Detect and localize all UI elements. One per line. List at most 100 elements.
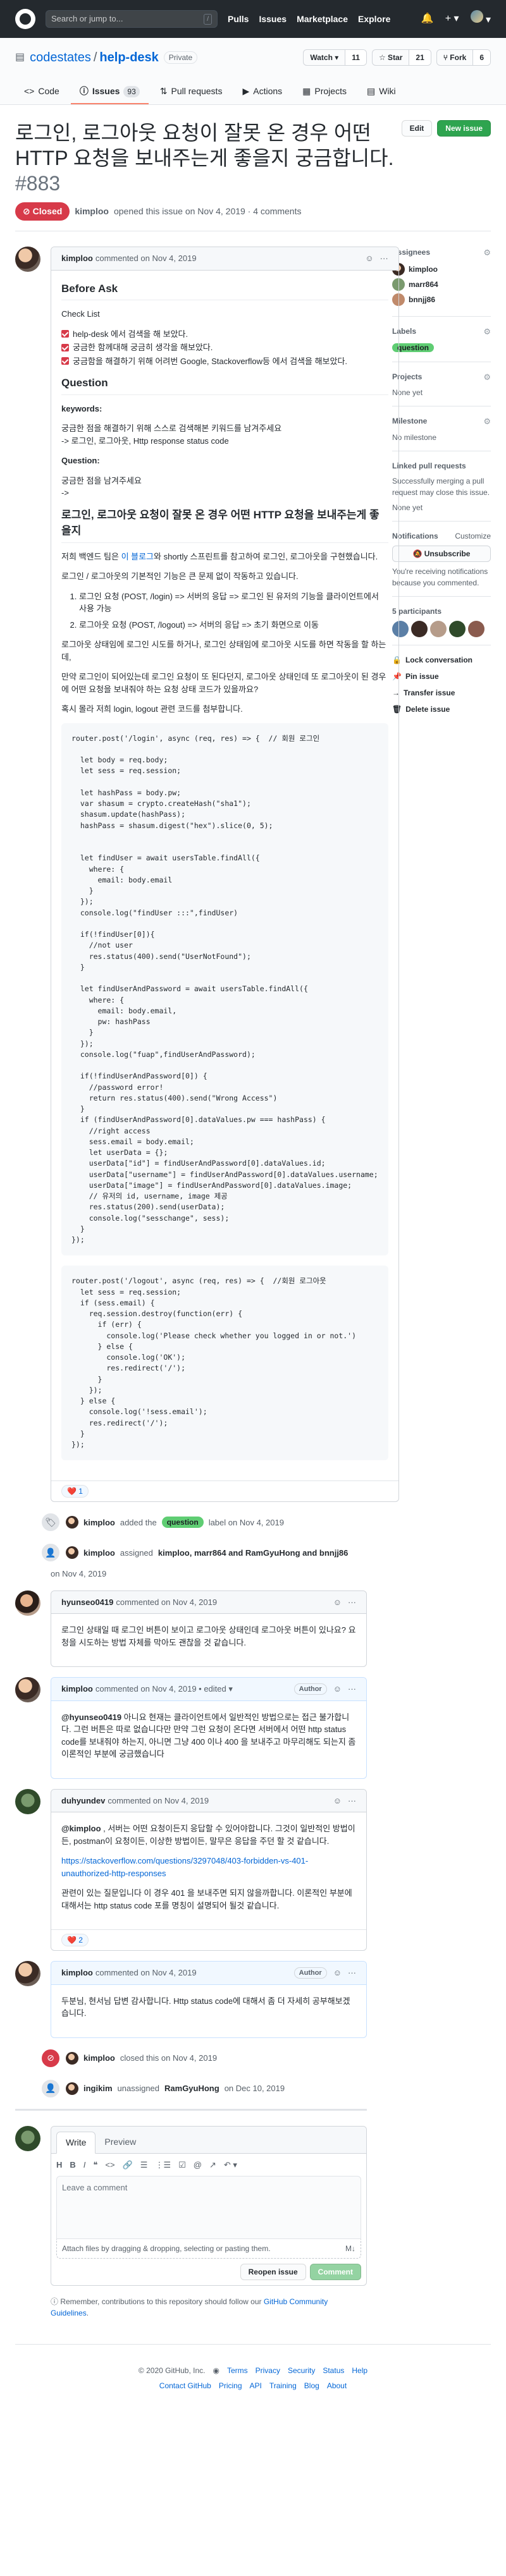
- watch-button[interactable]: Watch ▾ 11: [303, 49, 367, 66]
- avatar[interactable]: [15, 247, 40, 272]
- footer-link-help[interactable]: Help: [352, 2365, 367, 2376]
- bell-icon[interactable]: 🔔: [421, 11, 434, 27]
- fork-count[interactable]: 6: [472, 50, 490, 65]
- code-icon[interactable]: <>: [105, 2159, 114, 2171]
- unsubscribe-button[interactable]: 🔕 Unsubscribe: [392, 545, 491, 562]
- fork-button[interactable]: ⑂ Fork 6: [436, 49, 491, 66]
- blog-link[interactable]: 이 블로그: [121, 552, 154, 561]
- avatar[interactable]: [66, 1516, 78, 1529]
- task-list-icon[interactable]: ☑: [178, 2159, 186, 2171]
- participant-avatar[interactable]: [468, 620, 484, 637]
- event-assignees[interactable]: kimploo, marr864 and RamGyuHong and bnnj…: [158, 1547, 349, 1560]
- comment-author[interactable]: kimploo: [61, 1967, 93, 1979]
- numbered-list-icon[interactable]: ⋮☰: [155, 2159, 171, 2171]
- assignee-item[interactable]: kimploo: [392, 262, 491, 276]
- italic-icon[interactable]: I: [83, 2159, 86, 2171]
- create-new-menu[interactable]: + ▾: [445, 11, 459, 27]
- new-issue-button[interactable]: New issue: [437, 120, 491, 137]
- emoji-reaction-icon[interactable]: ☺: [333, 1967, 342, 1979]
- nav-explore[interactable]: Explore: [358, 13, 390, 26]
- pin-issue-button[interactable]: 📌 Pin issue: [392, 671, 491, 682]
- heading-icon[interactable]: H: [56, 2159, 62, 2171]
- avatar[interactable]: [66, 2051, 78, 2065]
- attach-files-zone[interactable]: Attach files by dragging & dropping, sel…: [56, 2239, 361, 2259]
- nav-marketplace[interactable]: Marketplace: [297, 13, 348, 26]
- gear-icon[interactable]: ⚙: [483, 247, 491, 259]
- gear-icon[interactable]: ⚙: [483, 326, 491, 338]
- stackoverflow-link[interactable]: https://stackoverflow.com/questions/3297…: [61, 1856, 308, 1878]
- event-actor[interactable]: kimploo: [83, 2052, 115, 2065]
- repo-owner-link[interactable]: codestates: [30, 48, 91, 67]
- participant-avatar[interactable]: [430, 620, 447, 637]
- tab-pull-requests[interactable]: ⇅ Pull requests: [151, 80, 231, 104]
- tab-wiki[interactable]: ▤ Wiki: [358, 80, 405, 104]
- comment-author[interactable]: duhyundev: [61, 1795, 105, 1807]
- transfer-issue-button[interactable]: → Transfer issue: [392, 687, 491, 699]
- nav-pulls[interactable]: Pulls: [228, 13, 249, 26]
- assignee-item[interactable]: marr864: [392, 278, 491, 291]
- nav-issues[interactable]: Issues: [259, 13, 287, 26]
- comment-timestamp[interactable]: commented on Nov 4, 2019: [96, 252, 197, 265]
- link-icon[interactable]: 🔗: [123, 2159, 133, 2171]
- github-logo-icon[interactable]: [15, 9, 35, 29]
- comment-textarea[interactable]: Leave a comment: [56, 2176, 361, 2240]
- tab-projects[interactable]: ▦ Projects: [293, 80, 355, 104]
- participant-avatar[interactable]: [449, 620, 466, 637]
- footer-link-status[interactable]: Status: [323, 2365, 344, 2376]
- github-mark-icon[interactable]: ◉: [213, 2365, 219, 2376]
- heart-reaction[interactable]: ❤️ 1: [61, 1485, 89, 1498]
- kebab-menu-icon[interactable]: ···: [380, 252, 388, 265]
- avatar[interactable]: [66, 2082, 78, 2095]
- heart-reaction[interactable]: ❤️ 2: [61, 1934, 89, 1947]
- footer-link-contact[interactable]: Contact GitHub: [159, 2380, 211, 2391]
- footer-link-pricing[interactable]: Pricing: [219, 2380, 242, 2391]
- emoji-reaction-icon[interactable]: ☺: [365, 252, 373, 265]
- question-label[interactable]: question: [161, 1517, 204, 1529]
- comment-author[interactable]: hyunseo0419: [61, 1596, 113, 1609]
- participant-avatar[interactable]: [411, 620, 428, 637]
- user-menu[interactable]: ▾: [470, 10, 491, 28]
- emoji-reaction-icon[interactable]: ☺: [333, 1795, 342, 1807]
- mention-icon[interactable]: @: [194, 2159, 202, 2171]
- tab-issues[interactable]: ⓘ Issues 93: [70, 80, 149, 104]
- event-actor[interactable]: kimploo: [83, 1517, 115, 1529]
- star-button[interactable]: ☆ Star 21: [371, 49, 431, 66]
- bulleted-list-icon[interactable]: ☰: [140, 2159, 148, 2171]
- lock-conversation-button[interactable]: 🔒 Lock conversation: [392, 654, 491, 666]
- kebab-menu-icon[interactable]: ···: [348, 1596, 356, 1609]
- footer-link-terms[interactable]: Terms: [227, 2365, 248, 2376]
- watch-count[interactable]: 11: [345, 50, 366, 65]
- reopen-issue-button[interactable]: Reopen issue: [240, 2264, 306, 2281]
- comment-author[interactable]: kimploo: [61, 1683, 93, 1695]
- issue-author-link[interactable]: kimploo: [75, 205, 109, 218]
- saved-replies-icon[interactable]: ↶ ▾: [224, 2159, 237, 2171]
- repo-name-link[interactable]: help-desk: [99, 48, 158, 67]
- user-mention[interactable]: @kimploo: [61, 1824, 101, 1833]
- assignee-item[interactable]: bnnjj86: [392, 293, 491, 306]
- footer-link-training[interactable]: Training: [269, 2380, 297, 2391]
- footer-link-blog[interactable]: Blog: [304, 2380, 319, 2391]
- kebab-menu-icon[interactable]: ···: [348, 1795, 356, 1807]
- avatar[interactable]: [15, 1677, 40, 1703]
- gear-icon[interactable]: ⚙: [483, 415, 491, 428]
- user-mention[interactable]: @hyunseo0419: [61, 1712, 121, 1722]
- search-input[interactable]: Search or jump to... /: [46, 10, 218, 28]
- footer-link-api[interactable]: API: [250, 2380, 262, 2391]
- comment-timestamp[interactable]: commented on Nov 4, 2019: [116, 1596, 217, 1609]
- customize-link[interactable]: Customize: [455, 530, 491, 542]
- event-actor[interactable]: kimploo: [83, 1547, 115, 1560]
- event-actor[interactable]: ingikim: [83, 2082, 113, 2095]
- gear-icon[interactable]: ⚙: [483, 371, 491, 384]
- quote-icon[interactable]: ❝: [93, 2159, 97, 2171]
- tab-preview[interactable]: Preview: [96, 2132, 145, 2153]
- tab-actions[interactable]: ▶ Actions: [233, 80, 291, 104]
- emoji-reaction-icon[interactable]: ☺: [333, 1596, 342, 1609]
- avatar[interactable]: [15, 1590, 40, 1616]
- avatar[interactable]: [66, 1546, 78, 1560]
- comment-author[interactable]: kimploo: [61, 252, 93, 265]
- edit-title-button[interactable]: Edit: [401, 120, 433, 137]
- checked-checkbox-icon[interactable]: [61, 330, 69, 338]
- delete-issue-button[interactable]: 🗑 Delete issue: [392, 704, 491, 715]
- comment-button[interactable]: Comment: [309, 2264, 361, 2281]
- kebab-menu-icon[interactable]: ···: [348, 1967, 356, 1979]
